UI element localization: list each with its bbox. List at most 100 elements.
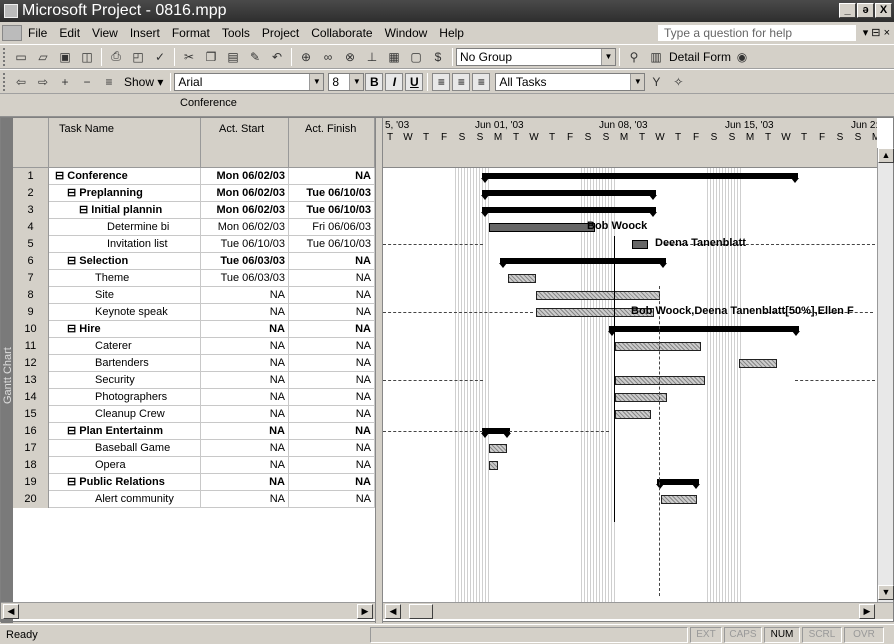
task-bar[interactable] <box>615 342 701 351</box>
task-name-cell[interactable]: ⊟ Plan Entertainm <box>49 423 201 440</box>
scroll-left-icon[interactable]: ◀ <box>3 604 19 619</box>
act-start-cell[interactable]: Mon 06/02/03 <box>201 219 289 236</box>
table-row[interactable]: 18 Opera NA NA <box>13 457 375 474</box>
act-start-cell[interactable]: NA <box>201 491 289 508</box>
table-row[interactable]: 6 ⊟ Selection Tue 06/03/03 NA <box>13 253 375 270</box>
task-bar[interactable] <box>632 240 648 249</box>
table-row[interactable]: 1 ⊟ Conference Mon 06/02/03 NA <box>13 168 375 185</box>
header-act-finish[interactable]: Act. Finish <box>289 118 375 168</box>
act-finish-cell[interactable]: NA <box>289 338 375 355</box>
task-name-cell[interactable]: Theme <box>49 270 201 287</box>
split-bar[interactable] <box>375 118 383 623</box>
task-bar[interactable] <box>739 359 777 368</box>
restore-button[interactable]: ə <box>857 3 874 18</box>
act-start-cell[interactable]: Mon 06/02/03 <box>201 202 289 219</box>
row-id[interactable]: 13 <box>13 372 49 389</box>
hide-subtasks-icon[interactable]: − <box>78 73 96 91</box>
row-id[interactable]: 6 <box>13 253 49 270</box>
act-start-cell[interactable]: Tue 06/03/03 <box>201 253 289 270</box>
menu-format[interactable]: Format <box>166 26 216 40</box>
table-row[interactable]: 20 Alert community NA NA <box>13 491 375 508</box>
menu-view[interactable]: View <box>86 26 124 40</box>
outdent-icon[interactable]: ⇦ <box>12 73 30 91</box>
task-name-cell[interactable]: Determine bi <box>49 219 201 236</box>
act-finish-cell[interactable]: NA <box>289 389 375 406</box>
summary-bar[interactable] <box>481 190 657 200</box>
summary-bar[interactable] <box>656 479 700 489</box>
act-finish-cell[interactable]: NA <box>289 457 375 474</box>
act-start-cell[interactable]: NA <box>201 304 289 321</box>
task-name-cell[interactable]: Invitation list <box>49 236 201 253</box>
summary-bar[interactable] <box>608 326 800 336</box>
table-row[interactable]: 16 ⊟ Plan Entertainm NA NA <box>13 423 375 440</box>
table-row[interactable]: 11 Caterer NA NA <box>13 338 375 355</box>
act-finish-cell[interactable]: Tue 06/10/03 <box>289 202 375 219</box>
task-name-cell[interactable]: ⊟ Selection <box>49 253 201 270</box>
table-row[interactable]: 4 Determine bi Mon 06/02/03 Fri 06/06/03 <box>13 219 375 236</box>
act-start-cell[interactable]: NA <box>201 423 289 440</box>
summary-bar[interactable] <box>481 428 511 438</box>
menu-insert[interactable]: Insert <box>124 26 166 40</box>
row-id[interactable]: 16 <box>13 423 49 440</box>
act-finish-cell[interactable]: NA <box>289 491 375 508</box>
act-start-cell[interactable]: NA <box>201 372 289 389</box>
task-name-cell[interactable]: ⊟ Hire <box>49 321 201 338</box>
table-row[interactable]: 12 Bartenders NA NA <box>13 355 375 372</box>
table-row[interactable]: 2 ⊟ Preplanning Mon 06/02/03 Tue 06/10/03 <box>13 185 375 202</box>
act-finish-cell[interactable]: NA <box>289 355 375 372</box>
row-id[interactable]: 18 <box>13 457 49 474</box>
gantt-wizard-icon[interactable]: ✧ <box>669 73 687 91</box>
table-row[interactable]: 19 ⊟ Public Relations NA NA <box>13 474 375 491</box>
insert-hyperlink-icon[interactable]: ⊕ <box>297 48 315 66</box>
table-row[interactable]: 7 Theme Tue 06/03/03 NA <box>13 270 375 287</box>
open-icon[interactable]: ▱ <box>34 48 52 66</box>
row-id[interactable]: 5 <box>13 236 49 253</box>
act-start-cell[interactable]: NA <box>201 355 289 372</box>
save-icon[interactable]: ▣ <box>56 48 74 66</box>
filter-icon[interactable]: ⚲ <box>625 48 643 66</box>
paste-icon[interactable]: ▤ <box>224 48 242 66</box>
scroll-right-icon[interactable]: ▶ <box>357 604 373 619</box>
act-start-cell[interactable]: Mon 06/02/03 <box>201 168 289 185</box>
row-id[interactable]: 14 <box>13 389 49 406</box>
scroll-left-icon[interactable]: ◀ <box>385 604 401 619</box>
task-bar[interactable] <box>508 274 536 283</box>
task-name-cell[interactable]: Photographers <box>49 389 201 406</box>
task-name-cell[interactable]: Alert community <box>49 491 201 508</box>
row-id[interactable]: 20 <box>13 491 49 508</box>
table-row[interactable]: 5 Invitation list Tue 06/10/03 Tue 06/10/03 <box>13 236 375 253</box>
row-id[interactable]: 12 <box>13 355 49 372</box>
menu-file[interactable]: File <box>22 26 53 40</box>
act-start-cell[interactable]: NA <box>201 406 289 423</box>
notes-icon[interactable]: ▢ <box>407 48 425 66</box>
act-start-cell[interactable]: NA <box>201 389 289 406</box>
link-tasks-icon[interactable]: ∞ <box>319 48 337 66</box>
table-row[interactable]: 9 Keynote speak NA NA <box>13 304 375 321</box>
mdi-controls[interactable]: ▾ ⊟ × <box>863 26 890 39</box>
vertical-scrollbar[interactable]: ▲ ▼ <box>877 148 894 602</box>
copy-icon[interactable]: ❐ <box>202 48 220 66</box>
select-all-cell[interactable] <box>13 118 49 168</box>
act-start-cell[interactable]: NA <box>201 321 289 338</box>
table-row[interactable]: 10 ⊟ Hire NA NA <box>13 321 375 338</box>
filter-select[interactable]: All Tasks ▼ <box>495 72 646 91</box>
act-finish-cell[interactable]: Tue 06/10/03 <box>289 185 375 202</box>
print-preview-icon[interactable]: ◰ <box>129 48 147 66</box>
task-bar[interactable] <box>615 376 705 385</box>
assign-resources-icon[interactable]: $ <box>429 48 447 66</box>
unlink-tasks-icon[interactable]: ⊗ <box>341 48 359 66</box>
view-bar[interactable]: Gantt Chart <box>1 118 14 623</box>
row-id[interactable]: 11 <box>13 338 49 355</box>
task-name-cell[interactable]: Security <box>49 372 201 389</box>
menu-tools[interactable]: Tools <box>216 26 256 40</box>
align-left-button[interactable]: ≡ <box>432 72 451 91</box>
spelling-icon[interactable]: ✓ <box>151 48 169 66</box>
act-finish-cell[interactable]: NA <box>289 287 375 304</box>
scroll-right-icon[interactable]: ▶ <box>859 604 875 619</box>
format-painter-icon[interactable]: ✎ <box>246 48 264 66</box>
menu-edit[interactable]: Edit <box>53 26 86 40</box>
act-finish-cell[interactable]: NA <box>289 304 375 321</box>
entry-field[interactable]: Conference <box>180 97 237 109</box>
task-name-cell[interactable]: Opera <box>49 457 201 474</box>
header-act-start[interactable]: Act. Start <box>201 118 289 168</box>
